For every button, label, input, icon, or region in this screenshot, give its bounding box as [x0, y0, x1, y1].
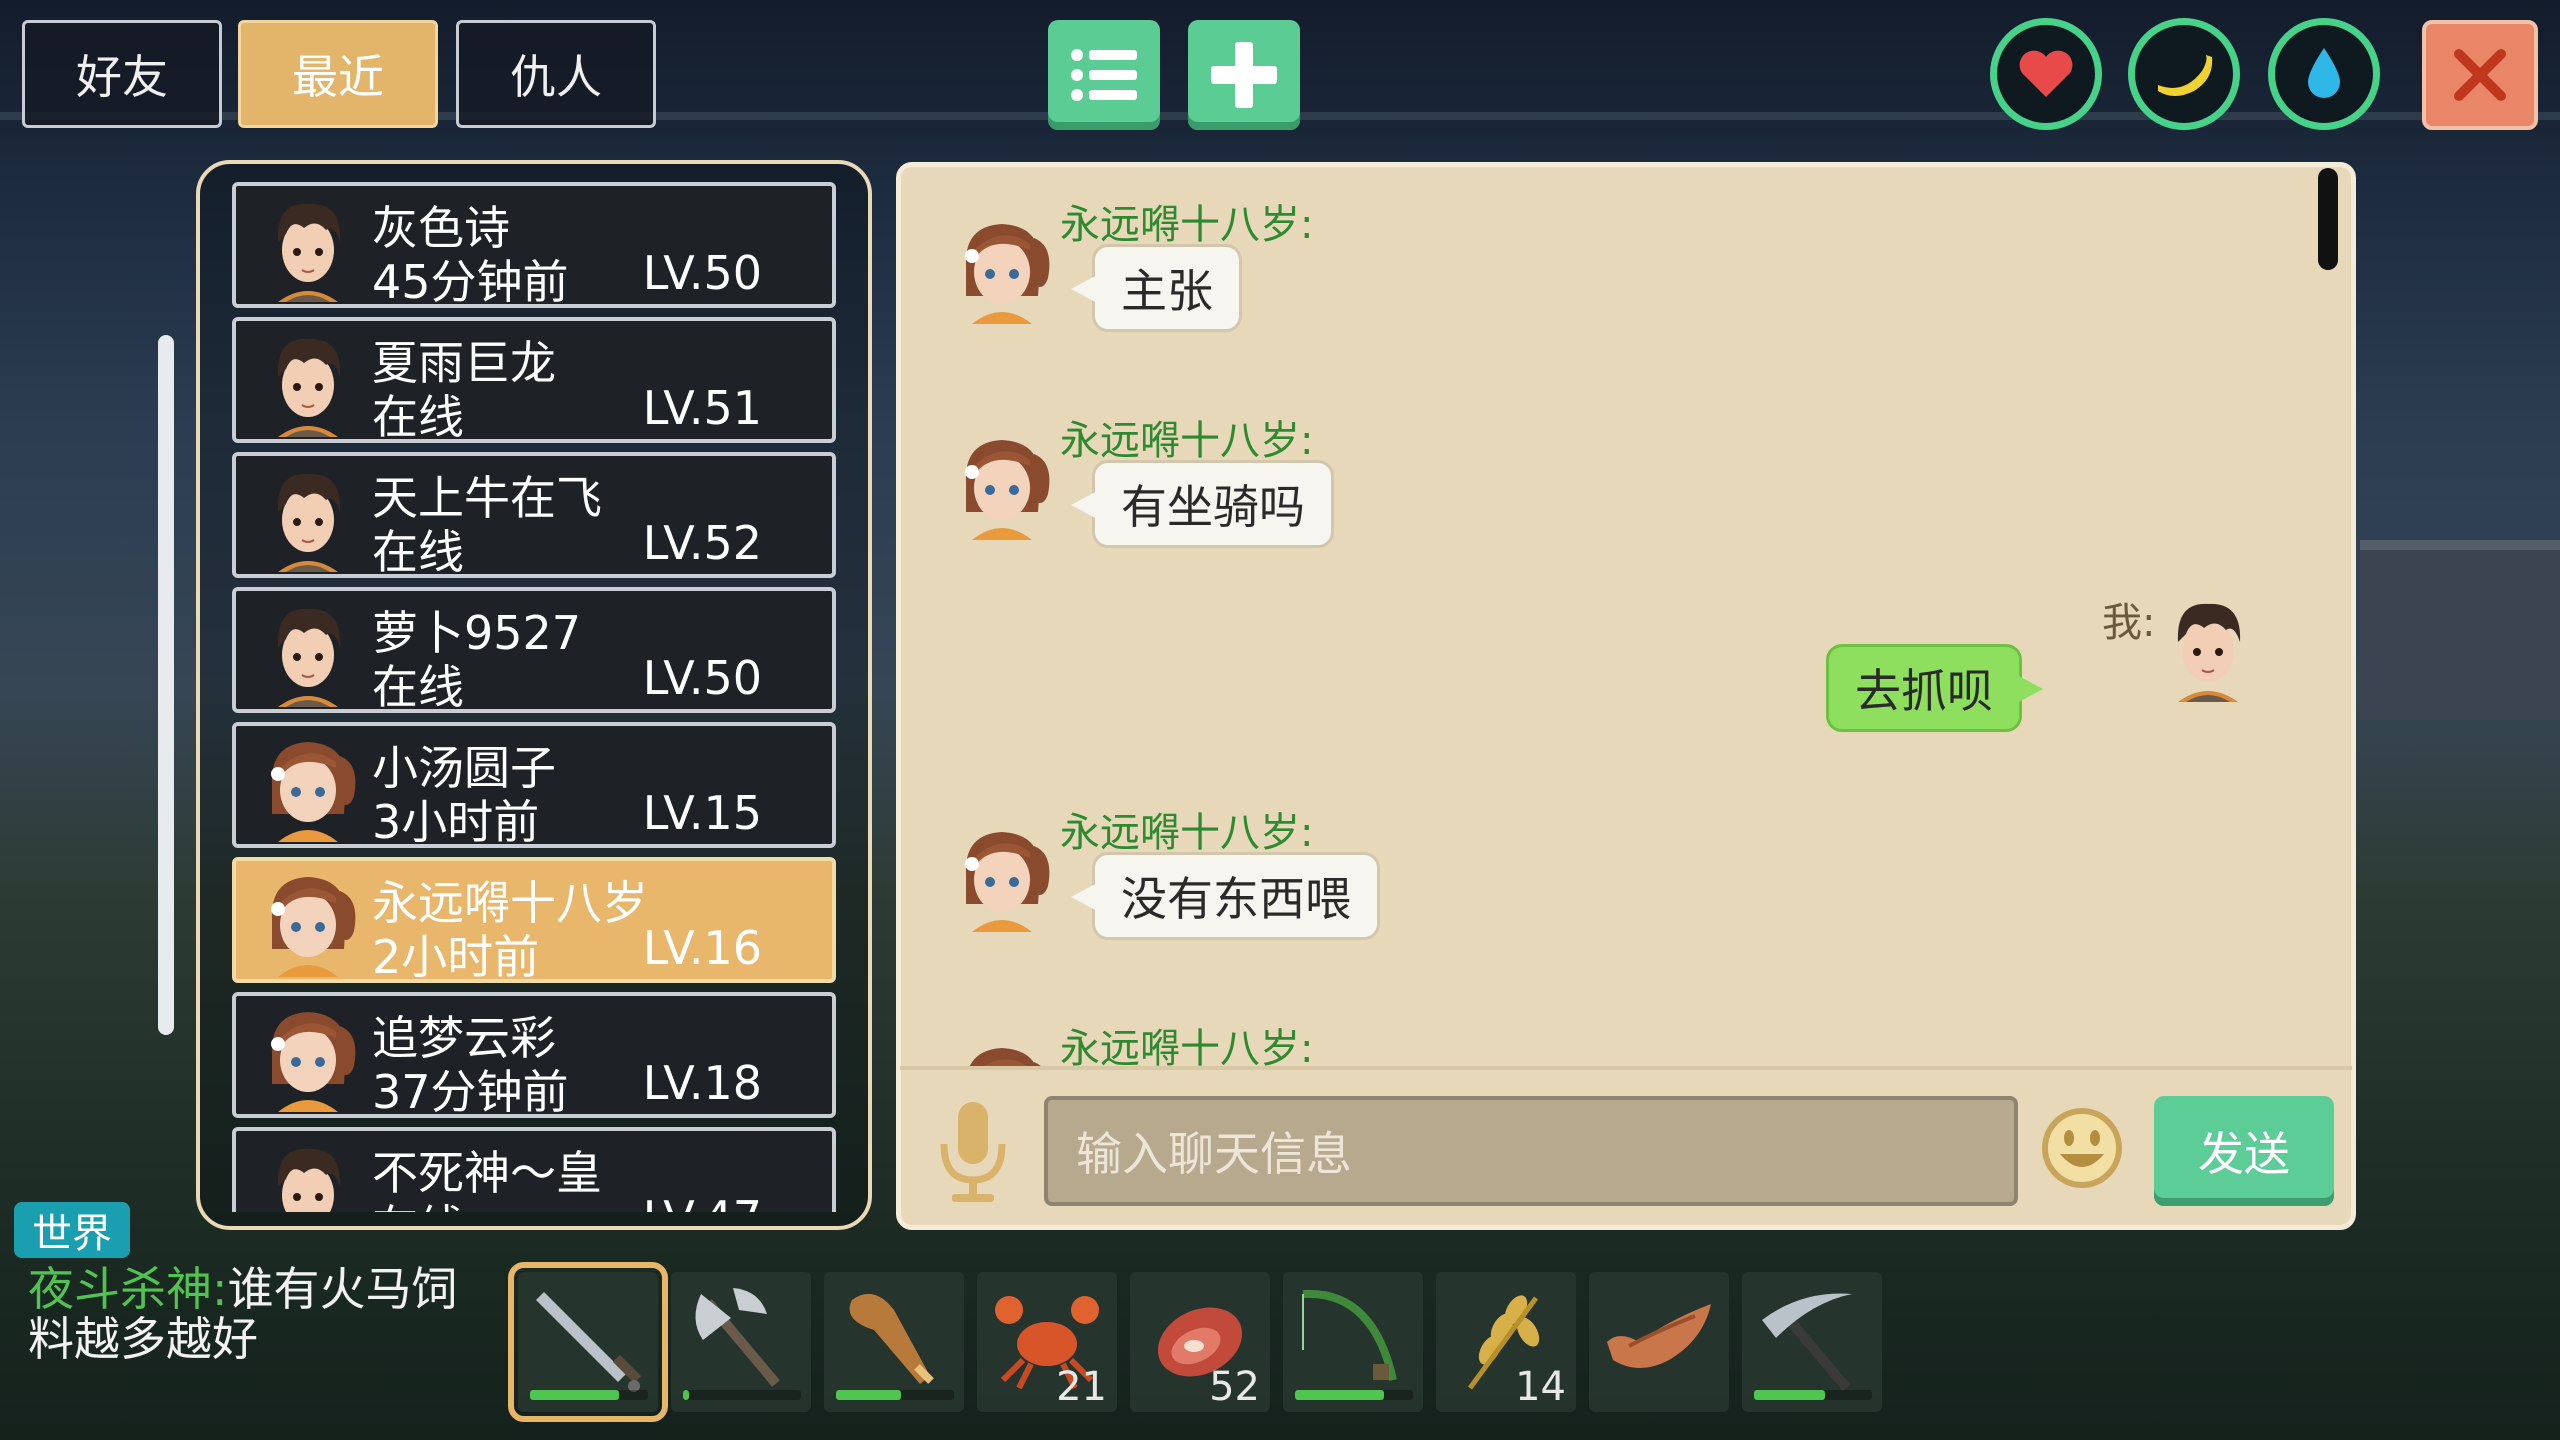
friend-status: 在线 [372, 1191, 464, 1212]
message-sender: 永远嘚十八岁: [1060, 202, 1314, 248]
friend-level: LV.18 [642, 1056, 762, 1110]
avatar [950, 1040, 1058, 1066]
world-chat-sender: 夜斗杀神 [28, 1262, 212, 1316]
avatar [256, 599, 360, 707]
close-icon [2454, 49, 2506, 101]
world-chat-separator: : [212, 1262, 228, 1316]
friend-status: 在线 [372, 390, 464, 444]
plus-icon [1211, 42, 1277, 108]
hotbar-slot[interactable]: 21 [977, 1272, 1117, 1412]
message-bubble: 主张 [1071, 244, 1242, 332]
friend-row[interactable]: 不死神～皇在线LV.47 [232, 1127, 836, 1212]
friend-status: 在线 [372, 660, 464, 714]
avatar [256, 1004, 360, 1112]
friend-row[interactable]: 小汤圆子 3小时前 LV.15 [232, 722, 836, 849]
avatar [950, 824, 1058, 936]
smiley-icon [2042, 1108, 2122, 1188]
hotbar-slot[interactable] [1742, 1272, 1882, 1412]
friend-row[interactable]: 永远嘚十八岁 2小时前 LV.16 [232, 857, 836, 984]
friend-row[interactable]: 追梦云彩 37分钟前 LV.18 [232, 992, 836, 1119]
avatar [950, 216, 1058, 328]
message-sender: 永远嘚十八岁: [1060, 810, 1314, 856]
avatar [950, 432, 1058, 544]
avatar [256, 1139, 360, 1212]
friend-status: 2小时前 [372, 930, 540, 984]
durability-bar [530, 1390, 619, 1400]
friend-list: 灰色诗 45分钟前 LV.50 夏雨巨龙 在线 LV.51 天上牛在飞 在线 LV.52 萝卜95… [228, 182, 840, 1212]
world-channel-tag[interactable]: 世界 [14, 1202, 130, 1258]
avatar [256, 464, 360, 572]
hotbar-slot[interactable]: 52 [1130, 1272, 1270, 1412]
avatar [256, 329, 360, 437]
friend-level: LV.15 [642, 786, 762, 840]
friend-status: 45分钟前 [372, 255, 569, 309]
world-chat-message: 夜斗杀神:谁有火马饲料越多越好 [28, 1264, 488, 1364]
avatar [256, 194, 360, 302]
friend-row[interactable]: 萝卜9527 在线 LV.50 [232, 587, 836, 714]
heart-icon [2019, 50, 2073, 97]
chat-divider [900, 1066, 2352, 1070]
friend-status: 在线 [372, 525, 464, 579]
item-count: 52 [1209, 1364, 1260, 1410]
thirst-indicator [2268, 18, 2380, 130]
friend-level: LV.50 [642, 651, 762, 705]
list-icon [1071, 49, 1137, 101]
hotbar-slot[interactable]: 14 [1436, 1272, 1576, 1412]
friend-row[interactable]: 天上牛在飞 在线 LV.52 [232, 452, 836, 579]
friend-status: 37分钟前 [372, 1065, 569, 1119]
hunger-indicator [2128, 18, 2240, 130]
avatar [2156, 594, 2264, 706]
emoji-button[interactable] [2040, 1106, 2124, 1190]
friend-row[interactable]: 灰色诗 45分钟前 LV.50 [232, 182, 836, 309]
durability-bar [1754, 1390, 1825, 1400]
water-drop-icon [2308, 48, 2340, 98]
avatar [256, 869, 360, 977]
item-count: 21 [1056, 1364, 1107, 1410]
chat-scrollbar[interactable] [2318, 168, 2338, 270]
friend-status: 3小时前 [372, 795, 540, 849]
item-count: 14 [1515, 1364, 1566, 1410]
hotbar-slot[interactable] [1283, 1272, 1423, 1412]
voice-input-button[interactable] [938, 1100, 1008, 1204]
list-button[interactable] [1048, 20, 1160, 130]
friend-level: LV.50 [642, 246, 762, 300]
durability-bar [836, 1390, 901, 1400]
tab-recent[interactable]: 最近 [238, 20, 438, 128]
message-sender: 永远嘚十八岁: [1060, 1026, 1314, 1066]
message-bubble: 有坐骑吗 [1071, 460, 1334, 548]
friend-level: LV.47 [643, 1191, 762, 1212]
friend-level: LV.51 [642, 381, 762, 435]
message-sender: 我: [2102, 600, 2156, 646]
microphone-icon [940, 1102, 1006, 1202]
durability-bar [683, 1390, 689, 1400]
message-bubble: 没有东西喂 [1071, 852, 1380, 940]
banana-icon [2158, 55, 2213, 96]
durability-track [683, 1390, 801, 1400]
friend-level: LV.52 [642, 516, 762, 570]
message-sender: 永远嘚十八岁: [1060, 418, 1314, 464]
health-indicator [1990, 18, 2102, 130]
durability-bar [1295, 1390, 1384, 1400]
tab-enemies[interactable]: 仇人 [456, 20, 656, 128]
hotbar-slot[interactable] [671, 1272, 811, 1412]
chat-messages: 永远嘚十八岁: 主张 永远嘚十八岁: 有坐骑吗 我: 去抓呗 永远嘚十八岁: 没有东西喂 永远嘚… [900, 166, 2352, 1066]
friend-row[interactable]: 夏雨巨龙 在线 LV.51 [232, 317, 836, 444]
hotbar-slot[interactable] [824, 1272, 964, 1412]
background-wall [2360, 540, 2560, 720]
send-button[interactable]: 发送 [2154, 1096, 2334, 1206]
chat-input[interactable]: 输入聊天信息 [1044, 1096, 2018, 1206]
friend-level: LV.16 [642, 921, 762, 975]
close-button[interactable] [2422, 20, 2538, 130]
hotbar-slot[interactable] [1589, 1272, 1729, 1412]
tab-friends[interactable]: 好友 [22, 20, 222, 128]
hotbar-slot[interactable] [508, 1262, 668, 1422]
friend-list-scrollbar[interactable] [158, 335, 174, 1035]
add-friend-button[interactable] [1188, 20, 1300, 130]
message-bubble: 去抓呗 [1826, 644, 2043, 732]
avatar [256, 734, 360, 842]
